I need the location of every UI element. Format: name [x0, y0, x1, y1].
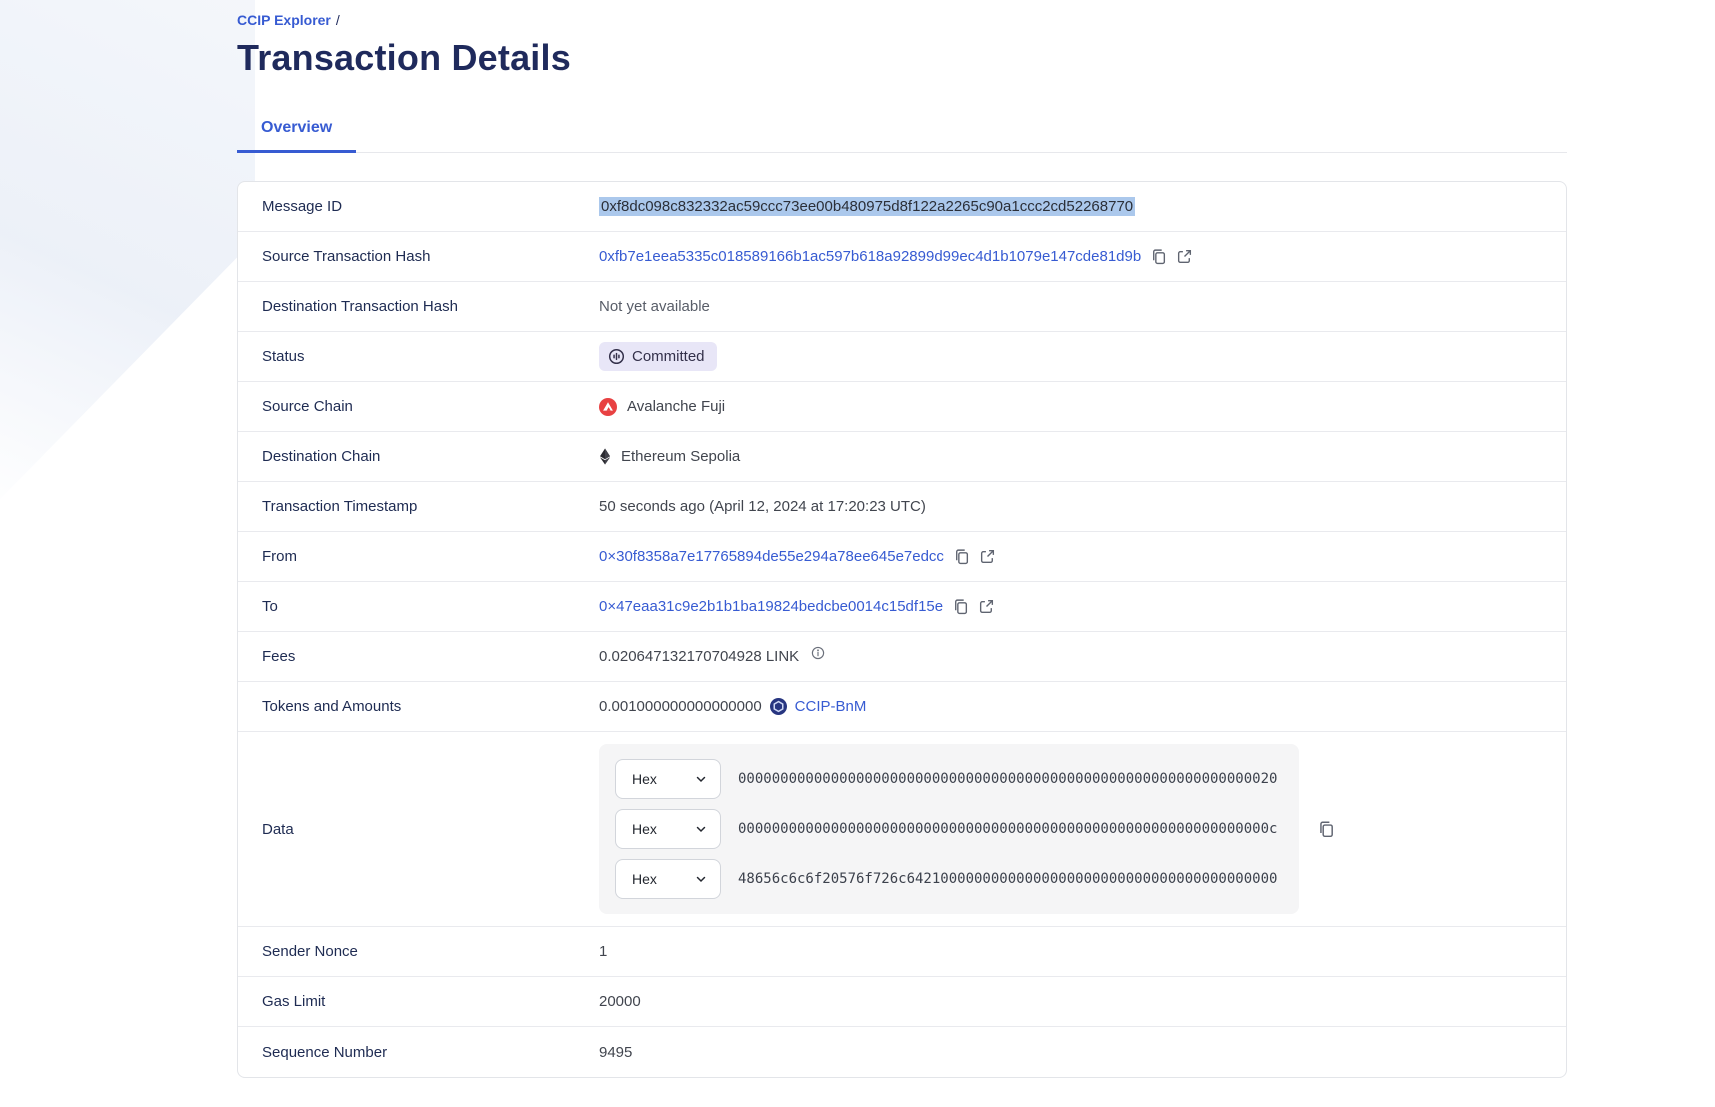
- row-timestamp: Transaction Timestamp 50 seconds ago (Ap…: [238, 482, 1566, 532]
- fees-value: 0.020647132170704928 LINK: [599, 648, 799, 665]
- tokens-label: Tokens and Amounts: [262, 698, 599, 715]
- ethereum-sepolia-icon: [599, 448, 611, 465]
- avalanche-fuji-icon: [599, 398, 617, 416]
- message-id-value: 0xf8dc098c832332ac59ccc73ee00b480975d8f1…: [599, 197, 1135, 216]
- chevron-down-icon: [695, 873, 707, 885]
- encoding-select-value: Hex: [632, 821, 657, 837]
- status-badge-text: Committed: [632, 348, 705, 365]
- source-tx-hash-link[interactable]: 0xfb7e1eea5335c018589166b1ac597b618a9289…: [599, 248, 1141, 265]
- to-label: To: [262, 598, 599, 615]
- sender-nonce-value: 1: [599, 943, 607, 960]
- row-gas-limit: Gas Limit 20000: [238, 977, 1566, 1027]
- encoding-select[interactable]: Hex: [615, 809, 721, 849]
- copy-icon[interactable]: [1150, 248, 1167, 265]
- dest-chain-value: Ethereum Sepolia: [621, 448, 740, 465]
- encoding-select[interactable]: Hex: [615, 759, 721, 799]
- info-icon[interactable]: [811, 646, 825, 660]
- message-id-label: Message ID: [262, 198, 599, 215]
- row-source-chain: Source Chain Avalanche Fuji: [238, 382, 1566, 432]
- data-line: Hex 000000000000000000000000000000000000…: [615, 809, 1283, 849]
- data-hex-value: 48656c6c6f20576f726c64210000000000000000…: [738, 871, 1277, 887]
- row-data: Data Hex 0000000000000000000000000000000…: [238, 732, 1566, 927]
- row-sender-nonce: Sender Nonce 1: [238, 927, 1566, 977]
- data-line: Hex 48656c6c6f20576f726c6421000000000000…: [615, 859, 1283, 899]
- copy-icon[interactable]: [953, 548, 970, 565]
- gas-limit-label: Gas Limit: [262, 993, 599, 1010]
- from-address-link[interactable]: 0×30f8358a7e17765894de55e294a78ee645e7ed…: [599, 548, 944, 565]
- transaction-details-page: CCIP Explorer / Transaction Details Overv…: [237, 12, 1567, 1078]
- data-hex-value: 0000000000000000000000000000000000000000…: [738, 821, 1277, 837]
- chevron-down-icon: [695, 823, 707, 835]
- row-dest-tx-hash: Destination Transaction Hash Not yet ava…: [238, 282, 1566, 332]
- fees-label: Fees: [262, 648, 599, 665]
- encoding-select-value: Hex: [632, 771, 657, 787]
- row-message-id: Message ID 0xf8dc098c832332ac59ccc73ee00…: [238, 182, 1566, 232]
- ccip-bnm-token-icon: [770, 698, 787, 715]
- external-link-icon[interactable]: [1176, 248, 1193, 265]
- dest-chain-label: Destination Chain: [262, 448, 599, 465]
- to-address-link[interactable]: 0×47eaa31c9e2b1b1ba19824bedcbe0014c15df1…: [599, 598, 943, 615]
- data-label: Data: [262, 821, 599, 838]
- sender-nonce-label: Sender Nonce: [262, 943, 599, 960]
- dest-tx-hash-label: Destination Transaction Hash: [262, 298, 599, 315]
- data-line: Hex 000000000000000000000000000000000000…: [615, 759, 1283, 799]
- gas-limit-value: 20000: [599, 993, 641, 1010]
- copy-icon[interactable]: [952, 598, 969, 615]
- sequence-number-value: 9495: [599, 1044, 632, 1061]
- row-to: To 0×47eaa31c9e2b1b1ba19824bedcbe0014c15…: [238, 582, 1566, 632]
- ccip-bnm-token-link[interactable]: CCIP-BnM: [795, 698, 867, 715]
- timestamp-label: Transaction Timestamp: [262, 498, 599, 515]
- row-fees: Fees 0.020647132170704928 LINK: [238, 632, 1566, 682]
- source-chain-value: Avalanche Fuji: [627, 398, 725, 415]
- row-status: Status Committed: [238, 332, 1566, 382]
- external-link-icon[interactable]: [978, 598, 995, 615]
- chevron-down-icon: [695, 773, 707, 785]
- token-amount-value: 0.001000000000000000: [599, 698, 762, 715]
- encoding-select-value: Hex: [632, 871, 657, 887]
- row-source-tx-hash: Source Transaction Hash 0xfb7e1eea5335c0…: [238, 232, 1566, 282]
- source-tx-hash-label: Source Transaction Hash: [262, 248, 599, 265]
- row-from: From 0×30f8358a7e17765894de55e294a78ee64…: [238, 532, 1566, 582]
- committed-status-icon: [608, 348, 625, 365]
- breadcrumb: CCIP Explorer /: [237, 12, 1567, 28]
- row-dest-chain: Destination Chain Ethereum Sepolia: [238, 432, 1566, 482]
- external-link-icon[interactable]: [979, 548, 996, 565]
- sequence-number-label: Sequence Number: [262, 1044, 599, 1061]
- status-badge: Committed: [599, 342, 717, 371]
- breadcrumb-separator: /: [336, 12, 340, 28]
- transaction-details-card: Message ID 0xf8dc098c832332ac59ccc73ee00…: [237, 181, 1567, 1078]
- timestamp-value: 50 seconds ago (April 12, 2024 at 17:20:…: [599, 498, 926, 515]
- background-gradient-decoration: [0, 0, 255, 520]
- row-sequence-number: Sequence Number 9495: [238, 1027, 1566, 1077]
- data-hex-value: 0000000000000000000000000000000000000000…: [738, 771, 1277, 787]
- from-label: From: [262, 548, 599, 565]
- source-chain-label: Source Chain: [262, 398, 599, 415]
- copy-icon[interactable]: [1317, 820, 1335, 838]
- tab-bar: Overview: [237, 119, 1567, 153]
- tab-overview[interactable]: Overview: [237, 119, 356, 153]
- page-title: Transaction Details: [237, 37, 1567, 79]
- encoding-select[interactable]: Hex: [615, 859, 721, 899]
- row-tokens: Tokens and Amounts 0.001000000000000000 …: [238, 682, 1566, 732]
- status-label: Status: [262, 348, 599, 365]
- breadcrumb-ccip-explorer-link[interactable]: CCIP Explorer: [237, 12, 331, 28]
- dest-tx-hash-value: Not yet available: [599, 298, 710, 315]
- data-hex-box: Hex 000000000000000000000000000000000000…: [599, 744, 1299, 914]
